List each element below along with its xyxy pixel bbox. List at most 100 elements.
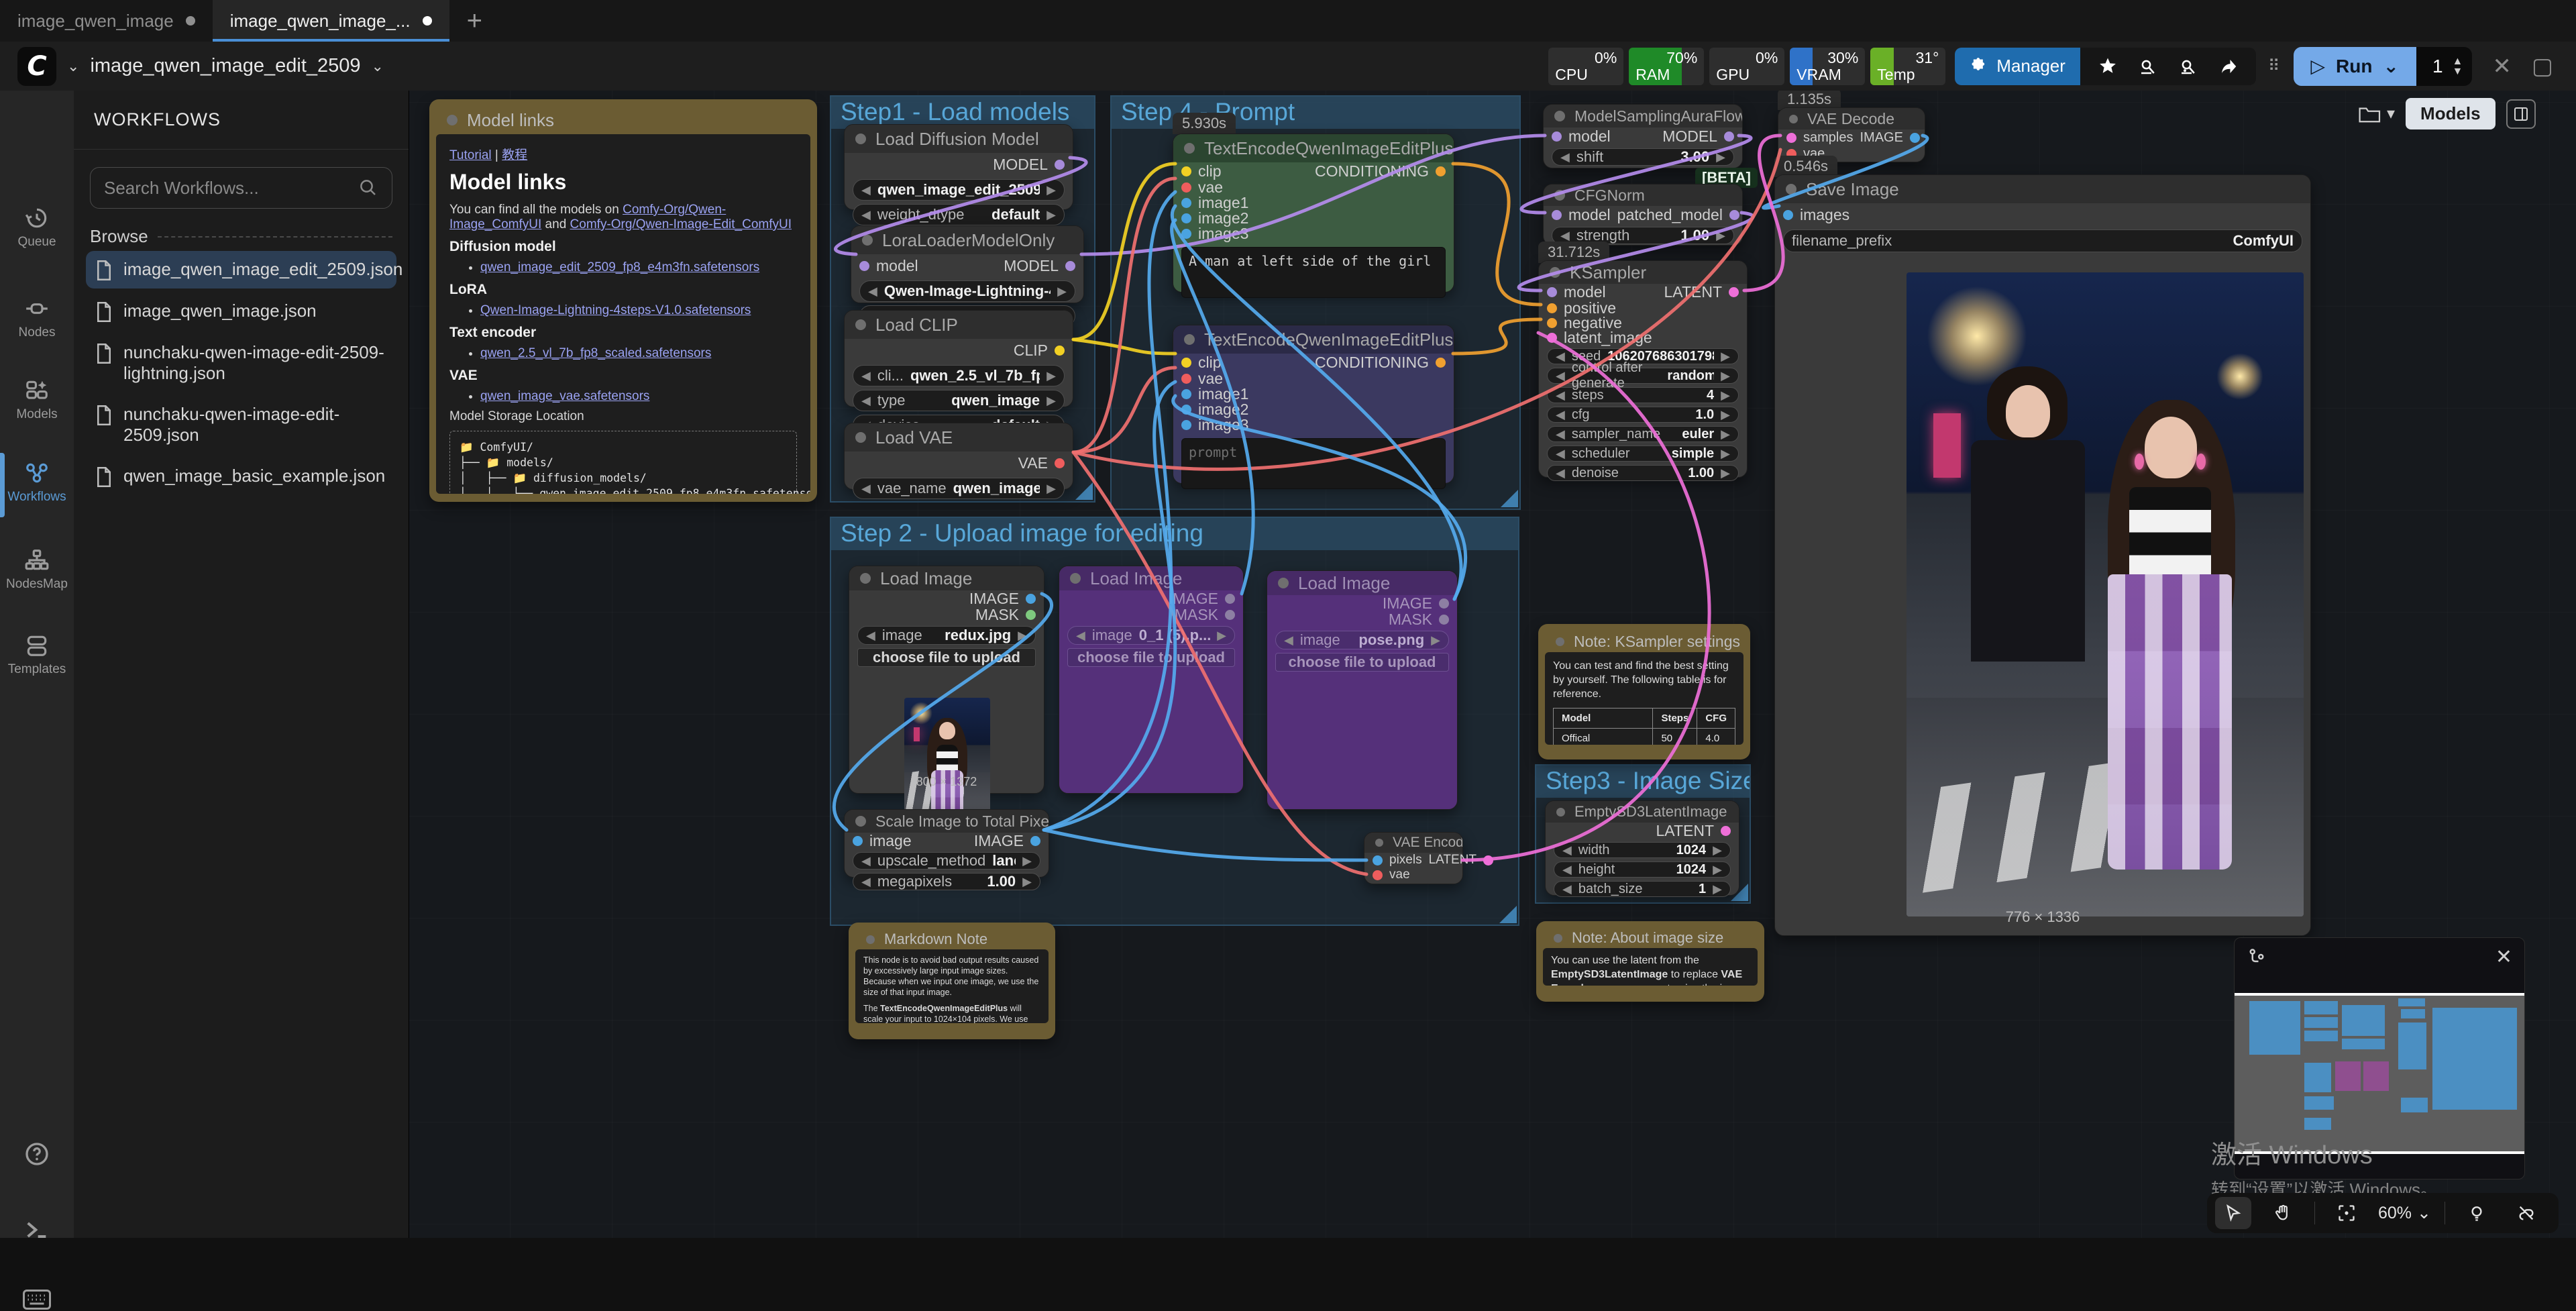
output-mask[interactable]: MASK bbox=[1389, 611, 1449, 629]
toggle-links-button[interactable] bbox=[2508, 1197, 2544, 1229]
tutorial-cn-link[interactable]: 教程 bbox=[502, 148, 527, 162]
minimap-viewport[interactable] bbox=[2235, 993, 2524, 1154]
shortcuts-button[interactable] bbox=[0, 1288, 74, 1311]
widget-clip-name[interactable]: ◀cli...qwen_2.5_vl_7b_fp8_scaled.safeten… bbox=[853, 365, 1065, 386]
search-workflows-input[interactable]: Search Workflows... bbox=[90, 167, 392, 209]
node-load-diffusion-model[interactable]: Load Diffusion Model MODEL ◀qwen_image_e… bbox=[844, 124, 1073, 210]
workflow-title[interactable]: image_qwen_image_edit_2509 bbox=[90, 55, 360, 77]
node-empty-sd3-latent[interactable]: EmptySD3LatentImage LATENT ◀width1024▶ ◀… bbox=[1545, 800, 1739, 896]
sidebar-item-queue[interactable]: Queue bbox=[0, 205, 74, 250]
star-icon[interactable] bbox=[2098, 56, 2118, 76]
widget-image-file[interactable]: ◀imagepose.png▶ bbox=[1275, 631, 1449, 649]
input-image3[interactable] bbox=[1181, 420, 1191, 430]
minimap-close-icon[interactable]: ✕ bbox=[2496, 945, 2512, 969]
output-clip[interactable]: CLIP bbox=[1014, 342, 1065, 360]
output-mask[interactable]: MASK bbox=[1175, 606, 1235, 624]
input-image2[interactable] bbox=[1181, 213, 1191, 223]
widget-lora-name[interactable]: ◀Qwen-Image-Lightning-4steps-V1.0.safe..… bbox=[859, 280, 1075, 302]
widget-control-after-generate[interactable]: ◀control after generaterandomize▶ bbox=[1547, 368, 1739, 384]
node-scale-image[interactable]: Scale Image to Total Pixels imageIMAGE ◀… bbox=[844, 809, 1049, 878]
drag-handle-icon[interactable]: ⠿ bbox=[2268, 62, 2282, 71]
widget-filename-prefix[interactable]: filename_prefixComfyUI bbox=[1783, 229, 2302, 252]
browse-section-header[interactable]: Browse bbox=[90, 226, 392, 247]
output-conditioning[interactable]: CONDITIONING bbox=[1315, 162, 1446, 180]
output-latent[interactable]: LATENT bbox=[1656, 822, 1731, 840]
pan-tool-button[interactable] bbox=[2265, 1197, 2301, 1229]
share-icon[interactable] bbox=[2218, 56, 2239, 76]
widget-image-file[interactable]: ◀image0_1 (5).p...▶ bbox=[1067, 626, 1235, 645]
node-cfg-norm[interactable]: CFGNorm modelpatched_model ◀strength1.00… bbox=[1543, 184, 1743, 246]
output-image[interactable]: IMAGE bbox=[1860, 130, 1919, 146]
input-image3[interactable] bbox=[1181, 229, 1191, 239]
node-load-image-1[interactable]: Load Image IMAGE MASK ◀imageredux.jpg▶ c… bbox=[849, 566, 1044, 794]
widget-image-file[interactable]: ◀imageredux.jpg▶ bbox=[857, 626, 1036, 645]
widget-megapixels[interactable]: ◀megapixels1.00▶ bbox=[853, 873, 1040, 890]
widget-vae-name[interactable]: ◀vae_nameqwen_image_vae.safetensors▶ bbox=[853, 478, 1065, 499]
node-vae-decode[interactable]: VAE Decode samplesIMAGE vae bbox=[1778, 107, 1925, 162]
input-clip[interactable] bbox=[1181, 166, 1191, 176]
widget-scheduler[interactable]: ◀schedulersimple▶ bbox=[1547, 445, 1739, 462]
menu-caret-icon[interactable]: ⌄ bbox=[67, 58, 79, 75]
upload-button[interactable]: choose file to upload bbox=[1275, 653, 1449, 672]
input-samples[interactable] bbox=[1786, 133, 1796, 143]
note-about-image-size[interactable]: Note: About image size You can use the l… bbox=[1536, 921, 1764, 1002]
input-image1[interactable] bbox=[1181, 389, 1191, 399]
widget-shift[interactable]: ◀shift3.00▶ bbox=[1552, 148, 1734, 166]
sidebar-item-templates[interactable]: Templates bbox=[0, 633, 74, 677]
workflow-list-item[interactable]: image_qwen_image_edit_2509.json bbox=[86, 251, 396, 289]
widget-weight-dtype[interactable]: ◀weight_dtypedefault▶ bbox=[853, 204, 1065, 225]
upload-button[interactable]: choose file to upload bbox=[1067, 648, 1235, 667]
workflow-list-item[interactable]: qwen_image_basic_example.json bbox=[86, 458, 396, 495]
note-model-links[interactable]: Model links Tutorial | 教程 Model links Yo… bbox=[429, 99, 817, 502]
repo-link-2[interactable]: Comfy-Org/Qwen-Image-Edit_ComfyUI bbox=[570, 217, 792, 231]
node-model-sampling-auraflow[interactable]: ModelSamplingAuraFlow modelMODEL ◀shift3… bbox=[1543, 104, 1743, 168]
widget-clip-type[interactable]: ◀typeqwen_image▶ bbox=[853, 390, 1065, 411]
workflow-list-item[interactable]: nunchaku-qwen-image-edit-2509.json bbox=[86, 396, 396, 454]
minimap-nodes-icon[interactable] bbox=[2247, 947, 2267, 967]
node-load-vae[interactable]: Load VAE VAE ◀vae_nameqwen_image_vae.saf… bbox=[844, 423, 1073, 490]
run-caret-icon[interactable]: ⌄ bbox=[2383, 55, 2398, 77]
models-button[interactable]: Models bbox=[2406, 98, 2496, 129]
run-button[interactable]: ▷Run⌄ bbox=[2294, 47, 2416, 86]
fit-view-button[interactable] bbox=[2328, 1197, 2365, 1229]
sidebar-item-models[interactable]: Models bbox=[0, 378, 74, 422]
output-image[interactable]: IMAGE bbox=[1383, 594, 1449, 613]
node-save-image[interactable]: Save Image images filename_prefixComfyUI… bbox=[1774, 174, 2311, 936]
output-latent[interactable]: LATENT bbox=[1429, 853, 1493, 868]
group-step2-title[interactable]: Step 2 - Upload image for editing bbox=[831, 518, 1518, 550]
negative-prompt-input[interactable] bbox=[1181, 438, 1446, 489]
output-model[interactable]: MODEL bbox=[1004, 257, 1075, 275]
sidebar-item-nodesmap[interactable]: NodesMap bbox=[0, 547, 74, 592]
node-ksampler[interactable]: KSampler modelLATENT positive negative l… bbox=[1538, 260, 1748, 478]
node-load-image-2-bypassed[interactable]: Load Image IMAGE MASK ◀image0_1 (5).p...… bbox=[1059, 566, 1244, 794]
input-model[interactable] bbox=[1552, 132, 1562, 142]
widget-cfg[interactable]: ◀cfg1.0▶ bbox=[1547, 407, 1739, 423]
cancel-run-icon[interactable]: ✕ bbox=[2492, 53, 2512, 80]
workflow-list-item[interactable]: image_qwen_image.json bbox=[86, 293, 396, 330]
input-vae[interactable] bbox=[1181, 182, 1191, 193]
output-vae[interactable]: VAE bbox=[1018, 454, 1065, 472]
tutorial-link[interactable]: Tutorial bbox=[449, 148, 492, 162]
widget-unet-name[interactable]: ◀qwen_image_edit_2509_fp8_e4m3fn.safete.… bbox=[853, 179, 1065, 201]
group-step3-title[interactable]: Step3 - Image Size bbox=[1536, 766, 1750, 798]
output-patched-model[interactable]: patched_model bbox=[1617, 206, 1739, 224]
widget-batch-size[interactable]: ◀batch_size1▶ bbox=[1554, 881, 1731, 897]
tab-image-qwen-image-edit[interactable]: image_qwen_image_... bbox=[213, 0, 449, 42]
node-collapse-dot[interactable] bbox=[447, 115, 458, 125]
positive-prompt-input[interactable]: A man at left side of the girl bbox=[1181, 247, 1446, 298]
input-images[interactable] bbox=[1783, 210, 1793, 220]
note-markdown[interactable]: Markdown Note This node is to avoid bad … bbox=[849, 923, 1055, 1039]
input-image[interactable] bbox=[853, 836, 863, 846]
count-spinner[interactable]: ▲▼ bbox=[2453, 56, 2463, 76]
widget-denoise[interactable]: ◀denoise1.00▶ bbox=[1547, 465, 1739, 481]
input-image1[interactable] bbox=[1181, 198, 1191, 208]
output-image[interactable]: IMAGE bbox=[969, 590, 1036, 608]
input-model[interactable] bbox=[1547, 287, 1557, 297]
vacuum-dot-icon[interactable] bbox=[2178, 56, 2198, 76]
vae-link[interactable]: qwen_image_vae.safetensors bbox=[480, 389, 649, 403]
input-vae[interactable] bbox=[1181, 374, 1191, 384]
node-load-clip[interactable]: Load CLIP CLIP ◀cli...qwen_2.5_vl_7b_fp8… bbox=[844, 310, 1073, 407]
widget-upscale-method[interactable]: ◀upscale_methodlanczos▶ bbox=[853, 852, 1040, 870]
output-image-preview[interactable] bbox=[1907, 272, 2304, 916]
input-vae[interactable] bbox=[1373, 870, 1383, 880]
